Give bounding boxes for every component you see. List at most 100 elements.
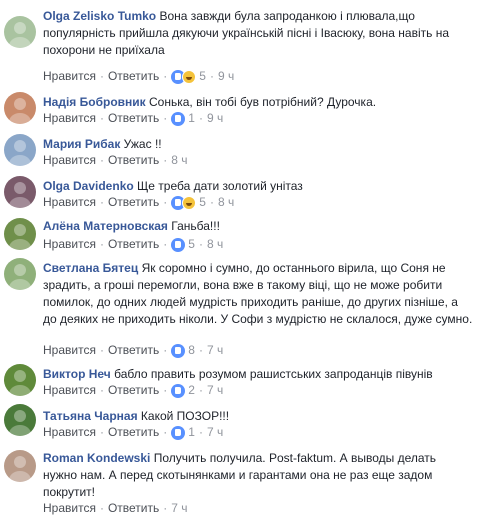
separator-dot: · bbox=[163, 343, 168, 357]
reactions-summary[interactable]: 5 bbox=[171, 68, 206, 84]
avatar-silhouette-icon bbox=[9, 182, 31, 208]
comment-actions: Нравится · Ответить · 1 · 7 ч bbox=[43, 424, 223, 441]
like-reaction-icon bbox=[171, 383, 186, 398]
comment-timestamp[interactable]: 7 ч bbox=[171, 501, 187, 515]
comment-text: Сонька, він тобі був потрібний? Дурочка. bbox=[145, 95, 377, 109]
comment-body: Olga Zelisko Tumko Вона завжди була запр… bbox=[43, 8, 473, 59]
comment-actions: Нравится · Ответить · 8 ч bbox=[43, 152, 188, 168]
comment-timestamp[interactable]: 8 ч bbox=[207, 237, 223, 251]
comment-body: Татьяна Чарная Какой ПОЗОР!!! bbox=[43, 408, 473, 425]
reaction-count: 2 bbox=[188, 382, 195, 397]
comment-body: Надія Бобровник Сонька, він тобі був пот… bbox=[43, 94, 473, 111]
like-button[interactable]: Нравится bbox=[43, 383, 96, 397]
avatar-silhouette-icon bbox=[9, 410, 31, 436]
comment-actions: Нравится · Ответить · 8 · 7 ч bbox=[43, 342, 223, 359]
reactions-summary[interactable]: 8 bbox=[171, 342, 195, 358]
separator-dot: · bbox=[99, 111, 104, 125]
comment-body: Olga Davidenko Ще треба дати золотий уні… bbox=[43, 178, 473, 195]
comment-body: Roman Kondewski Получить получила. Post-… bbox=[43, 450, 473, 501]
comment-timestamp[interactable]: 8 ч bbox=[171, 153, 187, 167]
comment-author-link[interactable]: Виктор Неч bbox=[43, 367, 111, 381]
reactions-summary[interactable]: 5 bbox=[171, 194, 206, 210]
reply-button[interactable]: Ответить bbox=[108, 383, 159, 397]
comment-actions: Нравится · Ответить · 1 · 9 ч bbox=[43, 110, 223, 127]
comment-timestamp[interactable]: 7 ч bbox=[207, 425, 223, 439]
comment-timestamp[interactable]: 7 ч bbox=[207, 343, 223, 357]
avatar-silhouette-icon bbox=[9, 140, 31, 166]
separator-dot: · bbox=[198, 111, 203, 125]
avatar[interactable] bbox=[4, 176, 36, 208]
reply-button[interactable]: Ответить bbox=[108, 69, 159, 83]
avatar[interactable] bbox=[4, 92, 36, 124]
reaction-count: 5 bbox=[199, 68, 206, 83]
reactions-summary[interactable]: 1 bbox=[171, 424, 195, 440]
avatar[interactable] bbox=[4, 404, 36, 436]
separator-dot: · bbox=[163, 501, 168, 515]
reply-button[interactable]: Ответить bbox=[108, 501, 159, 515]
comment-author-link[interactable]: Roman Kondewski bbox=[43, 451, 150, 465]
comment-author-link[interactable]: Olga Davidenko bbox=[43, 179, 134, 193]
like-reaction-icon bbox=[171, 237, 186, 252]
reply-button[interactable]: Ответить bbox=[108, 425, 159, 439]
avatar[interactable] bbox=[4, 450, 36, 482]
like-button[interactable]: Нравится bbox=[43, 195, 96, 209]
separator-dot: · bbox=[198, 383, 203, 397]
comment-author-link[interactable]: Olga Zelisko Tumko bbox=[43, 9, 156, 23]
like-button[interactable]: Нравится bbox=[43, 111, 96, 125]
comment-author-link[interactable]: Мария Рибак bbox=[43, 137, 120, 151]
separator-dot: · bbox=[99, 153, 104, 167]
reply-button[interactable]: Ответить bbox=[108, 195, 159, 209]
comment-author-link[interactable]: Светлана Бятец bbox=[43, 261, 138, 275]
like-reaction-icon bbox=[171, 425, 186, 440]
reply-button[interactable]: Ответить bbox=[108, 237, 159, 251]
comment-author-link[interactable]: Татьяна Чарная bbox=[43, 409, 138, 423]
avatar[interactable] bbox=[4, 364, 36, 396]
reply-button[interactable]: Ответить bbox=[108, 343, 159, 357]
reaction-count: 1 bbox=[188, 110, 195, 125]
separator-dot: · bbox=[163, 153, 168, 167]
separator-dot: · bbox=[99, 501, 104, 515]
haha-reaction-icon bbox=[182, 195, 197, 210]
avatar[interactable] bbox=[4, 16, 36, 48]
like-reaction-icon bbox=[171, 343, 186, 358]
separator-dot: · bbox=[163, 111, 168, 125]
avatar-silhouette-icon bbox=[9, 98, 31, 124]
comment-text: Ужас !! bbox=[120, 137, 162, 151]
comment-body: Мария Рибак Ужас !! bbox=[43, 136, 473, 153]
reply-button[interactable]: Ответить bbox=[108, 111, 159, 125]
avatar-silhouette-icon bbox=[9, 22, 31, 48]
separator-dot: · bbox=[198, 343, 203, 357]
separator-dot: · bbox=[99, 425, 104, 439]
avatar[interactable] bbox=[4, 218, 36, 250]
comment-actions: Нравится · Ответить · 5 · 8 ч bbox=[43, 194, 234, 211]
comment-timestamp[interactable]: 8 ч bbox=[218, 195, 234, 209]
avatar[interactable] bbox=[4, 258, 36, 290]
reaction-count: 8 bbox=[188, 342, 195, 357]
comment-text: Ще треба дати золотий унітаз bbox=[133, 179, 303, 193]
separator-dot: · bbox=[99, 69, 104, 83]
reply-button[interactable]: Ответить bbox=[108, 153, 159, 167]
reaction-count: 5 bbox=[188, 236, 195, 251]
comment-author-link[interactable]: Надія Бобровник bbox=[43, 95, 146, 109]
comment-body: Виктор Неч бабло править розумом рашистс… bbox=[43, 366, 473, 383]
reactions-summary[interactable]: 2 bbox=[171, 382, 195, 398]
like-button[interactable]: Нравится bbox=[43, 153, 96, 167]
separator-dot: · bbox=[163, 195, 168, 209]
comment-timestamp[interactable]: 9 ч bbox=[207, 111, 223, 125]
like-button[interactable]: Нравится bbox=[43, 343, 96, 357]
like-button[interactable]: Нравится bbox=[43, 237, 96, 251]
like-button[interactable]: Нравится bbox=[43, 501, 96, 515]
comment-author-link[interactable]: Алёна Матерновская bbox=[43, 219, 168, 233]
separator-dot: · bbox=[99, 343, 104, 357]
reactions-summary[interactable]: 5 bbox=[171, 236, 195, 252]
reaction-count: 5 bbox=[199, 194, 206, 209]
like-button[interactable]: Нравится bbox=[43, 425, 96, 439]
reactions-summary[interactable]: 1 bbox=[171, 110, 195, 126]
comment-body: Светлана Бятец Як соромно і сумно, до ос… bbox=[43, 260, 473, 328]
comment-timestamp[interactable]: 7 ч bbox=[207, 383, 223, 397]
avatar-silhouette-icon bbox=[9, 456, 31, 482]
comment-actions: Нравится · Ответить · 5 · 8 ч bbox=[43, 236, 223, 253]
avatar[interactable] bbox=[4, 134, 36, 166]
like-button[interactable]: Нравится bbox=[43, 69, 96, 83]
comment-timestamp[interactable]: 9 ч bbox=[218, 69, 234, 83]
